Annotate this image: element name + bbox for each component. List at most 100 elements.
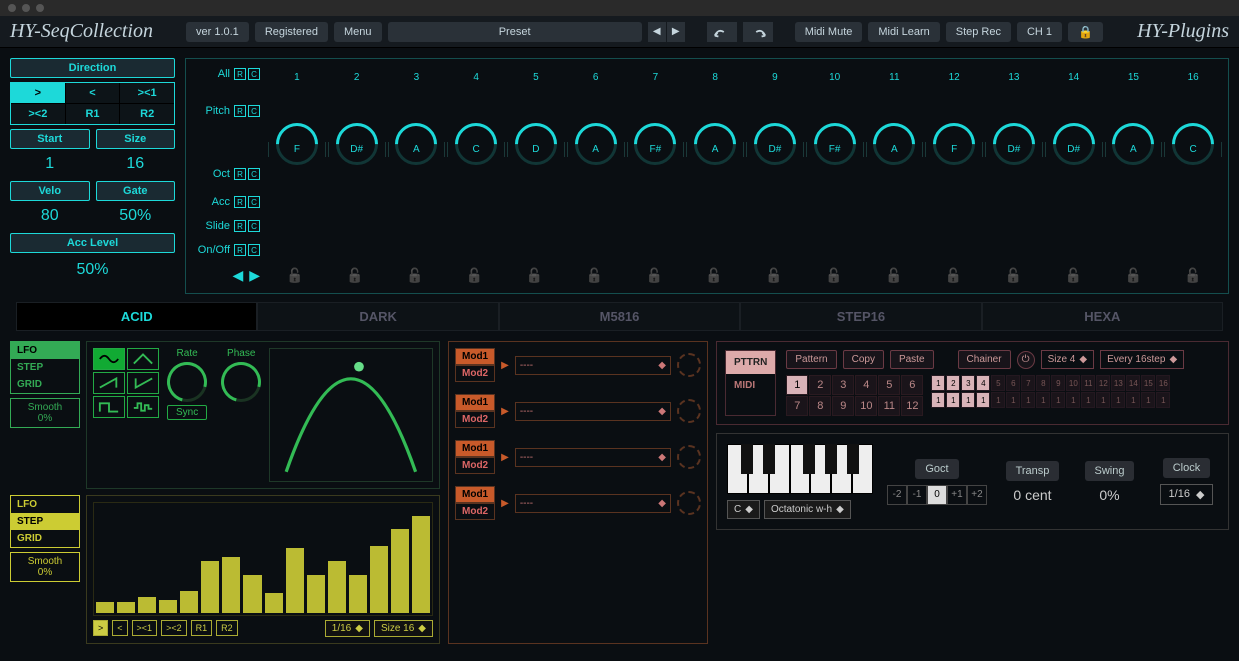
undo-button[interactable] (707, 22, 737, 42)
wave-saw-up[interactable] (93, 372, 125, 394)
goct-cell[interactable]: +2 (967, 485, 987, 505)
chain-step[interactable]: 14 (1126, 375, 1140, 391)
midi-tab[interactable]: MIDI (726, 374, 775, 397)
mod-amount-knob[interactable] (677, 445, 701, 469)
mod1-mode-grid[interactable]: GRID (11, 376, 79, 393)
oct-c-button[interactable]: C (248, 168, 260, 180)
wave-square[interactable] (93, 396, 125, 418)
chain-pattern[interactable]: 1 (1006, 392, 1020, 408)
pattern-slot[interactable]: 2 (809, 375, 831, 395)
pattern-slot[interactable]: 3 (832, 375, 854, 395)
acc-c-button[interactable]: C (248, 196, 260, 208)
mod-dest-select[interactable]: ----◆ (515, 448, 671, 467)
mod1-smooth[interactable]: Smooth0% (10, 398, 80, 428)
pitch-r-button[interactable]: R (234, 105, 246, 117)
chainer-size-select[interactable]: Size 4◆ (1041, 350, 1095, 369)
step-size-select[interactable]: Size 16◆ (374, 620, 433, 637)
mod1-source[interactable]: Mod1 (455, 486, 495, 503)
step-dir-pp2[interactable]: ><2 (161, 620, 187, 636)
mod1-mode-step[interactable]: STEP (11, 359, 79, 376)
chain-step[interactable]: 16 (1156, 375, 1170, 391)
pattern-slot[interactable]: 4 (855, 375, 877, 395)
pattern-slot[interactable]: 5 (878, 375, 900, 395)
engine-tab-dark[interactable]: DARK (257, 302, 498, 331)
step-bar[interactable] (307, 575, 325, 613)
mod1-source[interactable]: Mod1 (455, 394, 495, 411)
step-lock-button[interactable] (625, 267, 683, 284)
mod-amount-knob[interactable] (677, 399, 701, 423)
chain-pattern[interactable]: 1 (931, 392, 945, 408)
root-note-select[interactable]: C◆ (727, 500, 760, 519)
step-lock-button[interactable] (266, 267, 324, 284)
copy-button[interactable]: Copy (843, 350, 884, 369)
chain-step[interactable]: 3 (961, 375, 975, 391)
chain-pattern[interactable]: 1 (1156, 392, 1170, 408)
mod-amount-knob[interactable] (677, 353, 701, 377)
swing-value[interactable]: 0% (1099, 487, 1119, 503)
dir-pingpong1[interactable]: ><1 (120, 83, 174, 103)
mod1-source[interactable]: Mod1 (455, 440, 495, 457)
engine-tab-m5816[interactable]: M5816 (499, 302, 740, 331)
scale-select[interactable]: Octatonic w-h◆ (764, 500, 851, 519)
step-bar[interactable] (222, 557, 240, 613)
step-dir-back[interactable]: < (112, 620, 127, 636)
mod-amount-knob[interactable] (677, 491, 701, 515)
step-lock-button[interactable] (1164, 267, 1222, 284)
paste-button[interactable]: Paste (890, 350, 934, 369)
pttrn-tab[interactable]: PTTRN (726, 351, 775, 374)
goct-cell[interactable]: +1 (947, 485, 967, 505)
oct-r-button[interactable]: R (234, 168, 246, 180)
channel-select[interactable]: CH 1 (1017, 22, 1062, 42)
phase-knob[interactable] (221, 362, 261, 402)
step-bar[interactable] (201, 561, 219, 613)
chain-step[interactable]: 4 (976, 375, 990, 391)
goct-cell[interactable]: -1 (907, 485, 927, 505)
chain-step[interactable]: 12 (1096, 375, 1110, 391)
mod2-source[interactable]: Mod2 (455, 411, 495, 428)
dir-pingpong2[interactable]: ><2 (11, 104, 65, 124)
chain-pattern[interactable]: 1 (1126, 392, 1140, 408)
step-lock-button[interactable] (386, 267, 444, 284)
clock-select[interactable]: 1/16◆ (1160, 484, 1214, 505)
step-bar[interactable] (265, 593, 283, 612)
transp-value[interactable]: 0 cent (1013, 487, 1051, 503)
step-bar[interactable] (370, 546, 388, 613)
mod2-mode-grid[interactable]: GRID (11, 530, 79, 547)
chain-pattern[interactable]: 1 (1096, 392, 1110, 408)
midi-mute-button[interactable]: Midi Mute (795, 22, 863, 42)
preset-next-button[interactable]: ▶ (667, 22, 685, 42)
pattern-slot[interactable]: 7 (786, 396, 808, 416)
chain-pattern[interactable]: 1 (1051, 392, 1065, 408)
chain-pattern[interactable]: 1 (1021, 392, 1035, 408)
wave-sh[interactable] (127, 396, 159, 418)
engine-tab-acid[interactable]: ACID (16, 302, 257, 331)
pattern-slot[interactable]: 1 (786, 375, 808, 395)
step-bar[interactable] (286, 548, 304, 612)
wave-tri[interactable] (127, 348, 159, 370)
acc-level-value[interactable]: 50% (10, 257, 175, 283)
onoff-r-button[interactable]: R (234, 244, 246, 256)
step-dir-pp1[interactable]: ><1 (132, 620, 158, 636)
mod1-mode-lfo[interactable]: LFO (11, 342, 79, 359)
chain-pattern[interactable]: 1 (1111, 392, 1125, 408)
step-lock-button[interactable] (865, 267, 923, 284)
chain-step[interactable]: 2 (946, 375, 960, 391)
pattern-slot[interactable]: 11 (878, 396, 900, 416)
pattern-slot[interactable]: 12 (901, 396, 923, 416)
step-bar[interactable] (349, 575, 367, 613)
chainer-every-select[interactable]: Every 16step◆ (1100, 350, 1184, 369)
chain-step[interactable]: 15 (1141, 375, 1155, 391)
chain-pattern[interactable]: 1 (991, 392, 1005, 408)
acc-r-button[interactable]: R (234, 196, 246, 208)
lock-button[interactable] (1068, 22, 1103, 42)
dir-random2[interactable]: R2 (120, 104, 174, 124)
chainer-button[interactable]: Chainer (958, 350, 1011, 369)
menu-button[interactable]: Menu (334, 22, 382, 42)
step-bar[interactable] (391, 529, 409, 613)
step-lock-button[interactable] (745, 267, 803, 284)
onoff-c-button[interactable]: C (248, 244, 260, 256)
step-bar[interactable] (412, 516, 430, 613)
step-dir-r2[interactable]: R2 (216, 620, 238, 636)
mod-dest-select[interactable]: ----◆ (515, 494, 671, 513)
chain-step[interactable]: 5 (991, 375, 1005, 391)
